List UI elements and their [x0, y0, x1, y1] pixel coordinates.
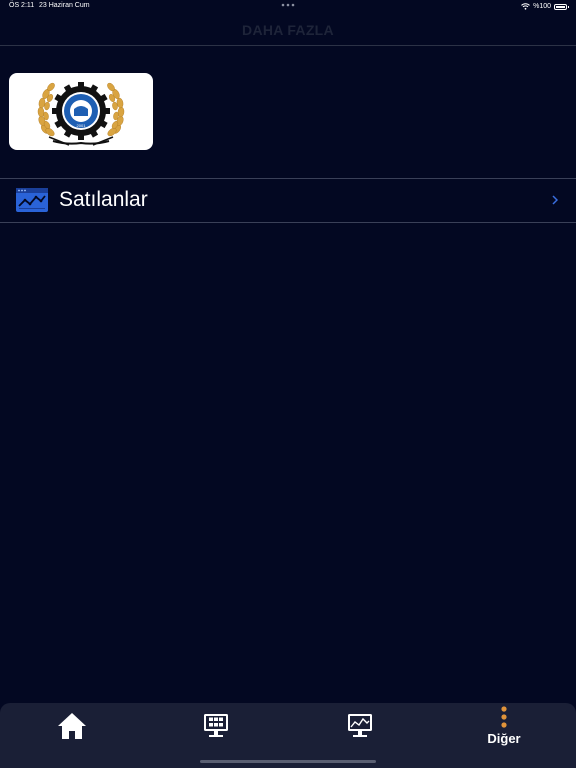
tab-more-label: Diğer	[487, 731, 521, 746]
header-divider	[0, 45, 576, 46]
wifi-icon	[521, 3, 530, 10]
status-right: %100	[521, 2, 569, 11]
status-time: ÖS 2:11	[9, 2, 35, 9]
organization-logo: 2001	[37, 82, 125, 146]
multitasking-dots-icon[interactable]	[281, 3, 295, 7]
more-dots-icon	[501, 706, 507, 728]
logo-card: 2001	[9, 73, 153, 150]
page-title: DAHA FAZLA	[242, 22, 334, 38]
monitor-grid-icon	[204, 714, 228, 737]
tab-more[interactable]: Diğer	[476, 703, 532, 753]
list-item-label: Satılanlar	[59, 188, 148, 211]
list-item-satilanlar[interactable]: Satılanlar	[0, 179, 576, 222]
logo-year: 2001	[77, 123, 87, 128]
tab-home[interactable]	[44, 703, 100, 753]
status-bar: ÖS 2:11 23 Haziran Cum %100	[0, 0, 576, 14]
home-icon	[58, 713, 86, 739]
list-divider	[0, 222, 576, 223]
battery-percent: %100	[533, 3, 551, 10]
monitor-chart-icon	[348, 714, 372, 737]
battery-icon	[554, 3, 569, 10]
status-date: 23 Haziran Cum	[39, 2, 90, 9]
home-indicator[interactable]	[200, 760, 376, 763]
chevron-right-icon	[552, 195, 558, 205]
tab-monitor-grid[interactable]	[188, 703, 244, 753]
sales-chart-icon	[16, 188, 48, 212]
tab-bar: Diğer	[0, 703, 576, 768]
tab-monitor-chart[interactable]	[332, 703, 388, 753]
